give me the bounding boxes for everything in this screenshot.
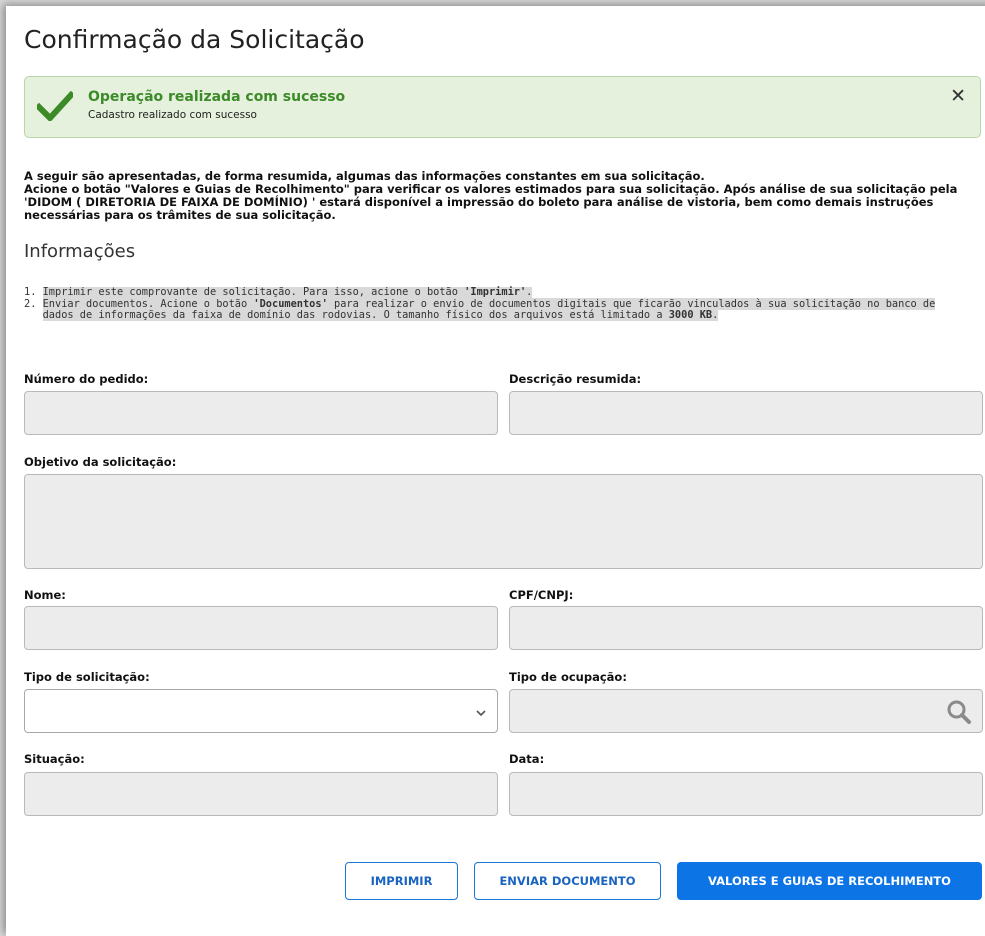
cpf-cnpj-field[interactable] <box>509 606 983 650</box>
data-label: Data: <box>509 752 545 766</box>
close-icon[interactable]: ✕ <box>950 85 966 107</box>
chevron-down-icon <box>475 704 487 723</box>
descricao-label: Descrição resumida: <box>509 372 642 386</box>
numero-pedido-field[interactable] <box>24 391 498 435</box>
check-icon <box>34 90 76 125</box>
alert-message: Cadastro realizado com sucesso <box>88 109 257 121</box>
list-item: 2. Enviar documentos. Acione o botão 'Do… <box>24 297 936 321</box>
nome-field[interactable] <box>24 606 498 650</box>
enviar-documento-button[interactable]: ENVIAR DOCUMENTO <box>474 862 661 900</box>
tipo-solicitacao-label: Tipo de solicitação: <box>24 670 150 684</box>
intro-text: A seguir são apresentadas, de forma resu… <box>24 170 969 222</box>
info-heading: Informações <box>24 241 136 262</box>
cpf-cnpj-label: CPF/CNPJ: <box>509 588 574 602</box>
objetivo-field[interactable] <box>24 474 983 569</box>
alert-title: Operação realizada com sucesso <box>88 89 346 105</box>
tipo-ocupacao-field[interactable] <box>509 689 983 733</box>
tipo-ocupacao-label: Tipo de ocupação: <box>509 670 627 684</box>
nome-label: Nome: <box>24 588 66 602</box>
success-alert: Operação realizada com sucesso Cadastro … <box>24 76 981 138</box>
tipo-solicitacao-select[interactable] <box>24 689 498 733</box>
numero-pedido-label: Número do pedido: <box>24 372 149 386</box>
descricao-field[interactable] <box>509 391 983 435</box>
intro-line-2: Acione o botão "Valores e Guias de Recol… <box>24 182 958 222</box>
page-title: Confirmação da Solicitação <box>24 25 365 54</box>
imprimir-button[interactable]: IMPRIMIR <box>345 862 458 900</box>
info-list: 1. Imprimir este comprovante de solicita… <box>24 286 964 322</box>
search-icon[interactable] <box>946 699 972 729</box>
valores-guias-button[interactable]: VALORES E GUIAS DE RECOLHIMENTO <box>677 862 982 900</box>
objetivo-label: Objetivo da solicitação: <box>24 455 177 469</box>
list-item: 1. Imprimir este comprovante de solicita… <box>24 286 533 299</box>
situacao-field[interactable] <box>24 772 498 816</box>
data-field[interactable] <box>509 772 983 816</box>
situacao-label: Situação: <box>24 752 85 766</box>
